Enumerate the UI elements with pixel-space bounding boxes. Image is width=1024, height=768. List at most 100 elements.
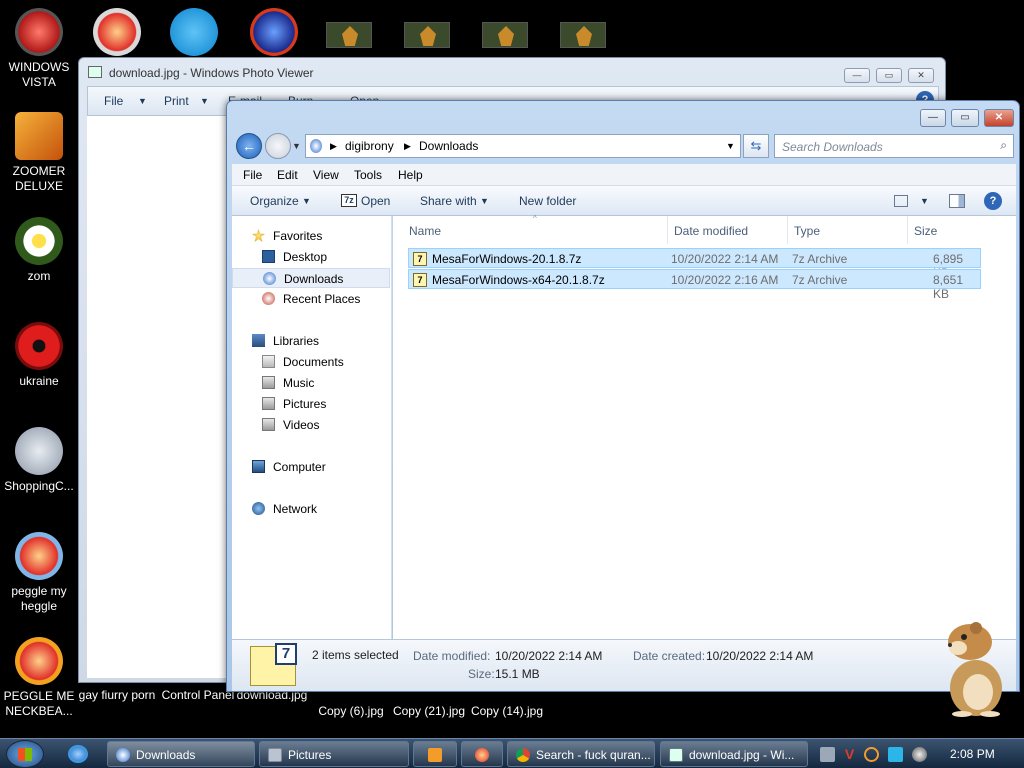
view-options-icon[interactable] (894, 195, 908, 207)
column-header-size[interactable]: Size (908, 216, 983, 244)
start-button[interactable] (6, 740, 44, 768)
menu-tools[interactable]: Tools (354, 168, 382, 182)
recent-pages-dropdown[interactable]: ▼ (292, 141, 301, 151)
menu-edit[interactable]: Edit (277, 168, 298, 182)
nav-downloads[interactable]: Downloads (232, 268, 390, 288)
7zip-icon: 7z (341, 194, 357, 207)
image-thumbnail[interactable] (326, 22, 372, 48)
7zip-archive-icon: 7 (413, 273, 427, 287)
file-row[interactable]: 7 MesaForWindows-20.1.8.7z 10/20/2022 2:… (408, 248, 981, 280)
desktop-icon-shopping[interactable]: ShoppingC... (0, 427, 78, 494)
skype-icon[interactable] (170, 8, 218, 56)
network-icon[interactable] (888, 747, 903, 762)
file-row[interactable]: 7 MesaForWindows-x64-20.1.8.7z 10/20/202… (408, 269, 981, 301)
taskbar-button-label: Downloads (136, 748, 196, 762)
taskbar-button-downloads[interactable]: Downloads (107, 741, 255, 767)
minimize-button[interactable]: — (920, 109, 946, 127)
desktop-icon-ukraine[interactable]: ukraine (0, 322, 78, 389)
organize-button[interactable]: Organize (250, 194, 299, 208)
desktop-icon-label[interactable]: Copy (21).jpg (389, 704, 469, 719)
maximize-button[interactable]: ▭ (951, 109, 979, 127)
image-thumbnail[interactable] (482, 22, 528, 48)
desktop-icon-peggle-my-heggle[interactable]: peggle my heggle (0, 532, 78, 614)
desktop-icon-label[interactable]: gay fiurry porn (77, 688, 157, 703)
nav-network[interactable]: Network (232, 499, 390, 519)
window-title: download.jpg - Windows Photo Viewer (109, 66, 314, 80)
zoomer-deluxe-icon (15, 112, 63, 160)
taskbar-button-media[interactable] (413, 741, 457, 767)
search-input[interactable]: Search Downloads ⌕ (774, 134, 1014, 158)
nav-recent-places[interactable]: Recent Places (232, 289, 390, 309)
column-header-date-modified[interactable]: Date modified (668, 216, 788, 244)
taskbar-button-game[interactable] (461, 741, 503, 767)
desktop-icon-label[interactable]: Copy (6).jpg (311, 704, 391, 719)
taskbar: Downloads Pictures Search - fuck quran..… (0, 738, 1024, 768)
nav-favorites[interactable]: Favorites (232, 226, 390, 246)
nav-videos[interactable]: Videos (232, 415, 390, 435)
share-with-button[interactable]: Share with (420, 194, 477, 208)
back-button[interactable]: ← (236, 133, 262, 159)
maximize-button[interactable]: ▭ (876, 68, 902, 83)
close-button[interactable]: ✕ (984, 109, 1014, 127)
breadcrumb-item[interactable]: Downloads (419, 139, 478, 153)
downloads-icon (263, 272, 276, 285)
preview-pane-icon[interactable] (949, 194, 965, 208)
tray-app-icon[interactable] (820, 747, 835, 762)
chevron-down-icon[interactable]: ▼ (920, 196, 929, 206)
nav-label: Libraries (273, 334, 320, 348)
desktop-icon-label[interactable]: Copy (14).jpg (467, 704, 547, 719)
menu-bar: File Edit View Tools Help (232, 164, 1016, 186)
nav-music[interactable]: Music (232, 373, 390, 393)
close-button[interactable]: ✕ (908, 68, 934, 83)
nav-desktop[interactable]: Desktop (232, 247, 390, 267)
user-folder-icon (310, 139, 322, 153)
image-thumbnail[interactable] (560, 22, 606, 48)
globe-icon[interactable] (250, 8, 298, 56)
breadcrumb-item[interactable]: digibrony (345, 139, 394, 153)
volume-icon[interactable] (912, 747, 927, 762)
desktop-icon-peggle-me[interactable]: PEGGLE ME NECKBEA... (0, 637, 78, 719)
file-date-modified: 10/20/2022 2:16 AM (671, 273, 779, 287)
nav-pictures[interactable]: Pictures (232, 394, 390, 414)
column-header-name[interactable]: Name ^ (403, 214, 668, 244)
desktop-icon-zoomer-deluxe[interactable]: ZOOMER DELUXE (0, 112, 78, 194)
internet-explorer-icon[interactable] (68, 745, 88, 763)
help-icon[interactable]: ? (984, 192, 1002, 210)
desktop-icon-windows-vista[interactable]: WINDOWS VISTA (0, 8, 78, 90)
file-list: Name ^ Date modified Type Size 7 MesaFor… (393, 214, 1016, 639)
hamster-gadget[interactable] (940, 618, 1010, 718)
search-icon[interactable] (864, 747, 879, 762)
nav-computer[interactable]: Computer (232, 457, 390, 477)
taskbar-button-chrome[interactable]: Search - fuck quran... (507, 741, 655, 767)
sort-arrow-icon: ^ (533, 214, 537, 223)
menu-help[interactable]: Help (398, 168, 423, 182)
taskbar-button-pictures[interactable]: Pictures (259, 741, 409, 767)
explorer-window[interactable]: — ▭ ✕ ← ▼ ▶ digibrony ▶ Downloads ▼ ⇆ Se… (226, 100, 1020, 692)
size-value: 15.1 MB (495, 667, 540, 681)
minimize-button[interactable]: — (844, 68, 870, 83)
address-dropdown-icon[interactable]: ▼ (726, 141, 735, 151)
refresh-button[interactable]: ⇆ (743, 134, 769, 158)
image-thumbnail[interactable] (404, 22, 450, 48)
new-folder-button[interactable]: New folder (519, 194, 576, 208)
forward-button[interactable] (265, 133, 291, 159)
nav-libraries[interactable]: Libraries (232, 331, 390, 351)
taskbar-button-photo-viewer[interactable]: download.jpg - Wi... (660, 741, 808, 767)
print-menu[interactable]: Print (164, 94, 189, 108)
downloads-icon (116, 748, 130, 762)
open-button[interactable]: Open (361, 194, 390, 208)
menu-file[interactable]: File (243, 168, 262, 182)
address-bar[interactable]: ▶ digibrony ▶ Downloads ▼ (305, 134, 741, 158)
breadcrumb-separator-icon[interactable]: ▶ (404, 141, 411, 152)
search-icon[interactable]: ⌕ (1000, 138, 1007, 153)
peggle-icon[interactable] (93, 8, 141, 56)
breadcrumb-separator-icon[interactable]: ▶ (330, 141, 337, 152)
nav-documents[interactable]: Documents (232, 352, 390, 372)
clock[interactable]: 2:08 PM (950, 747, 995, 761)
chevron-down-icon: ▼ (200, 96, 209, 106)
file-menu[interactable]: File (104, 94, 123, 108)
column-header-type[interactable]: Type (788, 216, 908, 244)
desktop-icon-zom[interactable]: zom (0, 217, 78, 284)
antivirus-icon[interactable]: V (842, 747, 857, 762)
menu-view[interactable]: View (313, 168, 339, 182)
